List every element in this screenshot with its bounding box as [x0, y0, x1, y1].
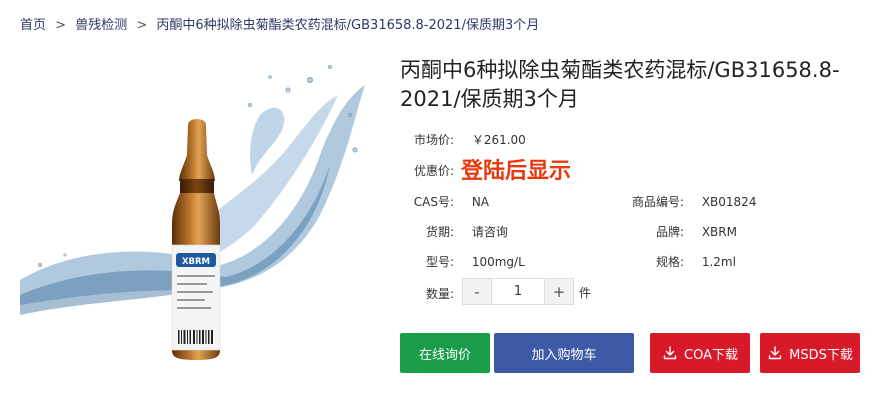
quantity-label: 数量: [425, 287, 454, 301]
download-icon [663, 346, 677, 360]
spec-value: 1.2ml [701, 255, 736, 269]
model-row: 型号: 100mg/L [410, 253, 525, 270]
spec-row: 规格: 1.2ml [620, 253, 736, 270]
download-icon [768, 346, 782, 360]
product-code-value: XB01824 [701, 195, 757, 209]
breadcrumb-separator: > [55, 18, 67, 33]
cas-row: CAS号: NA [410, 193, 489, 210]
cas-label: CAS号: [413, 195, 454, 209]
promo-price-label: 优惠价: [413, 164, 454, 178]
spec-label: 规格: [655, 255, 684, 269]
msds-download-button[interactable]: MSDS下载 [760, 333, 860, 373]
promo-price-row: 优惠价: [410, 162, 454, 179]
vial-brand-label: XBRM [182, 257, 210, 267]
promo-price-value[interactable]: 登陆后显示 [461, 153, 571, 185]
inquiry-button-label: 在线询价 [418, 347, 471, 363]
market-price-value: ￥261.00 [471, 133, 526, 147]
brand-row: 品牌: XBRM [620, 223, 737, 240]
quantity-input[interactable]: 1 [491, 279, 545, 304]
market-price-row: 市场价: ￥261.00 [410, 131, 526, 148]
delivery-label: 货期: [425, 225, 454, 239]
delivery-value: 请咨询 [471, 225, 508, 239]
quantity-increase-button[interactable]: + [545, 279, 573, 304]
breadcrumb-current-link[interactable]: 丙酮中6种拟除虫菊酯类农药混标/GB31658.8-2021/保质期3个月 [156, 18, 539, 33]
quantity-decrease-button[interactable]: - [463, 279, 491, 304]
delivery-row: 货期: 请咨询 [410, 223, 508, 240]
breadcrumb-category-link[interactable]: 兽残检测 [75, 18, 127, 33]
brand-label: 品牌: [655, 225, 684, 239]
cas-value: NA [471, 195, 490, 209]
inquiry-button[interactable]: 在线询价 [400, 333, 490, 373]
product-code-row: 商品编号: XB01824 [620, 193, 757, 210]
add-to-cart-button[interactable]: 加入购物车 [494, 333, 634, 373]
quantity-unit: 件 [579, 286, 592, 300]
quantity-row: 数量: [410, 285, 454, 302]
coa-download-button[interactable]: COA下载 [650, 333, 750, 373]
product-title: 丙酮中6种拟除虫菊酯类农药混标/GB31658.8-2021/保质期3个月 [400, 58, 840, 111]
product-code-label: 商品编号: [631, 195, 684, 209]
market-price-label: 市场价: [413, 133, 454, 147]
model-label: 型号: [425, 255, 454, 269]
breadcrumb-home-link[interactable]: 首页 [20, 18, 46, 33]
quantity-stepper: - 1 + [462, 278, 574, 305]
coa-download-label: COA下载 [684, 347, 738, 363]
model-value: 100mg/L [471, 255, 525, 269]
breadcrumb: 首页 > 兽残检测 > 丙酮中6种拟除虫菊酯类农药混标/GB31658.8-20… [20, 14, 539, 33]
product-image: XBRM [20, 65, 365, 360]
msds-download-label: MSDS下载 [789, 347, 853, 363]
breadcrumb-separator: > [136, 18, 148, 33]
brand-value: XBRM [701, 225, 737, 239]
add-to-cart-button-label: 加入购物车 [531, 347, 597, 363]
